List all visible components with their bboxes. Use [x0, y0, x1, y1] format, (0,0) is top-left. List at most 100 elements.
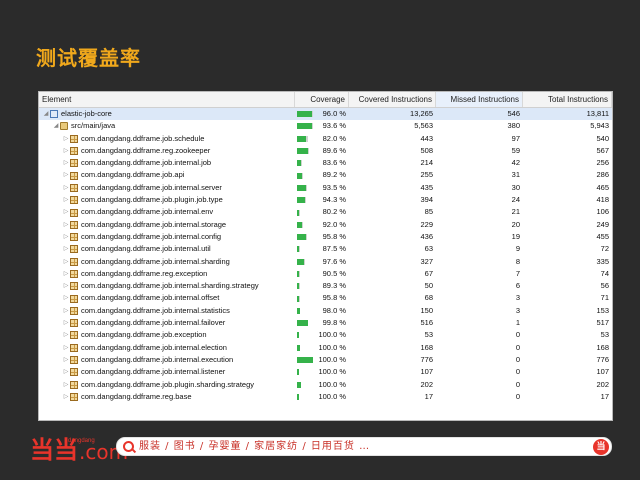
- table-row[interactable]: ▷ com.dangdang.ddframe.reg.base 100.0 % 17 0…: [39, 391, 612, 403]
- package-icon: [70, 331, 78, 340]
- coverage-cell: 93.6 %: [295, 120, 349, 132]
- expand-arrow-icon[interactable]: ▷: [62, 379, 70, 391]
- coverage-value: 96.0 %: [322, 109, 346, 118]
- table-row[interactable]: ◢ src/main/java 93.6 % 5,563 380 5,943: [39, 120, 612, 132]
- package-icon: [70, 171, 78, 180]
- expand-arrow-icon[interactable]: ▷: [62, 194, 70, 206]
- element-cell: ▷ com.dangdang.ddframe.job.internal.env: [39, 206, 295, 218]
- coverage-cell: 89.2 %: [295, 169, 349, 181]
- element-name: com.dangdang.ddframe.job.internal.electi…: [81, 342, 227, 352]
- coverage-value: 82.0 %: [322, 133, 346, 143]
- expand-arrow-icon[interactable]: ▷: [62, 157, 70, 169]
- expand-arrow-icon[interactable]: ▷: [62, 145, 70, 157]
- collapse-arrow-icon[interactable]: ◢: [52, 120, 60, 132]
- element-name: com.dangdang.ddframe.job.internal.execut…: [81, 354, 234, 364]
- coverage-cell: 92.0 %: [295, 219, 349, 231]
- table-row[interactable]: ▷ com.dangdang.ddframe.job.internal.shard…: [39, 280, 612, 292]
- total-instructions: 249: [596, 219, 609, 229]
- covered-instructions: 255: [420, 170, 433, 180]
- expand-arrow-icon[interactable]: ▷: [62, 317, 70, 329]
- element-cell: ▷ com.dangdang.ddframe.job.schedule: [39, 133, 295, 145]
- package-icon: [70, 380, 78, 389]
- table-row[interactable]: ▷ com.dangdang.ddframe.job.plugin.job.typ…: [39, 194, 612, 206]
- total-instructions: 153: [596, 305, 609, 315]
- expand-arrow-icon[interactable]: ▷: [62, 256, 70, 268]
- table-row[interactable]: ▷ com.dangdang.ddframe.job.internal.stati…: [39, 305, 612, 317]
- table-row[interactable]: ▷ com.dangdang.ddframe.job.internal.failo…: [39, 317, 612, 329]
- expand-arrow-icon[interactable]: ▷: [62, 342, 70, 354]
- column-header-total[interactable]: Total Instructions: [523, 92, 612, 107]
- table-row[interactable]: ◢ elastic-job-core 96.0 % 13,265 546 13,811: [39, 108, 612, 121]
- table-row[interactable]: ▷ com.dangdang.ddframe.job.internal.env 80…: [39, 206, 612, 218]
- coverage-cell: 100.0 %: [295, 329, 349, 341]
- table-row[interactable]: ▷ com.dangdang.ddframe.reg.exception 90.5 …: [39, 268, 612, 280]
- missed-instructions: 0: [515, 391, 520, 401]
- coverage-value: 95.8 %: [322, 231, 346, 241]
- expand-arrow-icon[interactable]: ▷: [62, 268, 70, 280]
- expand-arrow-icon[interactable]: ▷: [62, 329, 70, 341]
- table-row[interactable]: ▷ com.dangdang.ddframe.job.internal.execu…: [39, 354, 612, 366]
- expand-arrow-icon[interactable]: ▷: [62, 169, 70, 181]
- missed-instructions: 0: [515, 379, 520, 389]
- column-header-covered[interactable]: Covered Instructions: [349, 92, 436, 107]
- element-name: com.dangdang.ddframe.job.internal.env: [81, 207, 214, 217]
- package-icon: [70, 257, 78, 266]
- table-row[interactable]: ▷ com.dangdang.ddframe.job.internal.serve…: [39, 182, 612, 194]
- element-cell: ▷ com.dangdang.ddframe.reg.base: [39, 391, 295, 403]
- table-row[interactable]: ▷ com.dangdang.ddframe.job.plugin.shardin…: [39, 379, 612, 391]
- table-row[interactable]: ▷ com.dangdang.ddframe.job.schedule 82.0 %…: [39, 133, 612, 145]
- missed-instructions: 42: [511, 158, 520, 168]
- table-row[interactable]: ▷ com.dangdang.ddframe.job.exception 100.0…: [39, 329, 612, 341]
- missed-instructions: 3: [515, 293, 520, 303]
- package-icon: [70, 134, 78, 143]
- table-row[interactable]: ▷ com.dangdang.ddframe.job.internal.job 83…: [39, 157, 612, 169]
- covered-instructions: 214: [420, 158, 433, 168]
- expand-arrow-icon[interactable]: ▷: [62, 292, 70, 304]
- table-row[interactable]: ▷ com.dangdang.ddframe.job.internal.stora…: [39, 219, 612, 231]
- missed-instructions: 380: [507, 121, 520, 131]
- coverage-value: 93.5 %: [322, 182, 346, 192]
- expand-arrow-icon[interactable]: ▷: [62, 354, 70, 366]
- element-cell: ▷ com.dangdang.ddframe.job.exception: [39, 329, 295, 341]
- coverage-cell: 93.5 %: [295, 182, 349, 194]
- missed-instructions: 3: [515, 305, 520, 315]
- collapse-arrow-icon[interactable]: ◢: [42, 108, 50, 120]
- column-header-coverage[interactable]: Coverage: [295, 92, 349, 107]
- expand-arrow-icon[interactable]: ▷: [62, 182, 70, 194]
- missed-instructions: 97: [511, 133, 520, 143]
- category-search-bar[interactable]: 服装 / 图书 / 孕婴童 / 家居家纺 / 日用百货 … 当: [116, 437, 612, 456]
- element-name: com.dangdang.ddframe.job.internal.config: [81, 231, 222, 241]
- category-links[interactable]: 服装 / 图书 / 孕婴童 / 家居家纺 / 日用百货 …: [139, 439, 370, 454]
- total-instructions: 107: [596, 367, 609, 377]
- covered-instructions: 85: [424, 207, 433, 217]
- expand-arrow-icon[interactable]: ▷: [62, 280, 70, 292]
- total-instructions: 53: [600, 330, 609, 340]
- total-instructions: 56: [600, 281, 609, 291]
- element-cell: ▷ com.dangdang.ddframe.job.internal.elect…: [39, 342, 295, 354]
- missed-instructions: 24: [511, 195, 520, 205]
- expand-arrow-icon[interactable]: ▷: [62, 305, 70, 317]
- expand-arrow-icon[interactable]: ▷: [62, 219, 70, 231]
- expand-arrow-icon[interactable]: ▷: [62, 391, 70, 403]
- expand-arrow-icon[interactable]: ▷: [62, 231, 70, 243]
- table-row[interactable]: ▷ com.dangdang.ddframe.job.internal.liste…: [39, 366, 612, 378]
- source-folder-icon: [60, 122, 68, 131]
- covered-instructions: 436: [420, 231, 433, 241]
- expand-arrow-icon[interactable]: ▷: [62, 366, 70, 378]
- table-row[interactable]: ▷ com.dangdang.ddframe.reg.zookeeper 89.6 …: [39, 145, 612, 157]
- expand-arrow-icon[interactable]: ▷: [62, 133, 70, 145]
- package-icon: [70, 159, 78, 168]
- table-row[interactable]: ▷ com.dangdang.ddframe.job.internal.offse…: [39, 292, 612, 304]
- table-row[interactable]: ▷ com.dangdang.ddframe.job.internal.elect…: [39, 342, 612, 354]
- table-row[interactable]: ▷ com.dangdang.ddframe.job.api 89.2 % 255 31…: [39, 169, 612, 181]
- coverage-bar: [297, 393, 313, 400]
- table-row[interactable]: ▷ com.dangdang.ddframe.job.internal.shard…: [39, 256, 612, 268]
- table-row[interactable]: ▷ com.dangdang.ddframe.job.internal.confi…: [39, 231, 612, 243]
- column-header-element[interactable]: Element: [39, 92, 295, 107]
- column-header-missed[interactable]: Missed Instructions: [436, 92, 523, 107]
- table-row[interactable]: ▷ com.dangdang.ddframe.job.internal.util 8…: [39, 243, 612, 255]
- expand-arrow-icon[interactable]: ▷: [62, 206, 70, 218]
- expand-arrow-icon[interactable]: ▷: [62, 243, 70, 255]
- missed-instructions: 546: [507, 109, 520, 118]
- coverage-cell: 100.0 %: [295, 354, 349, 366]
